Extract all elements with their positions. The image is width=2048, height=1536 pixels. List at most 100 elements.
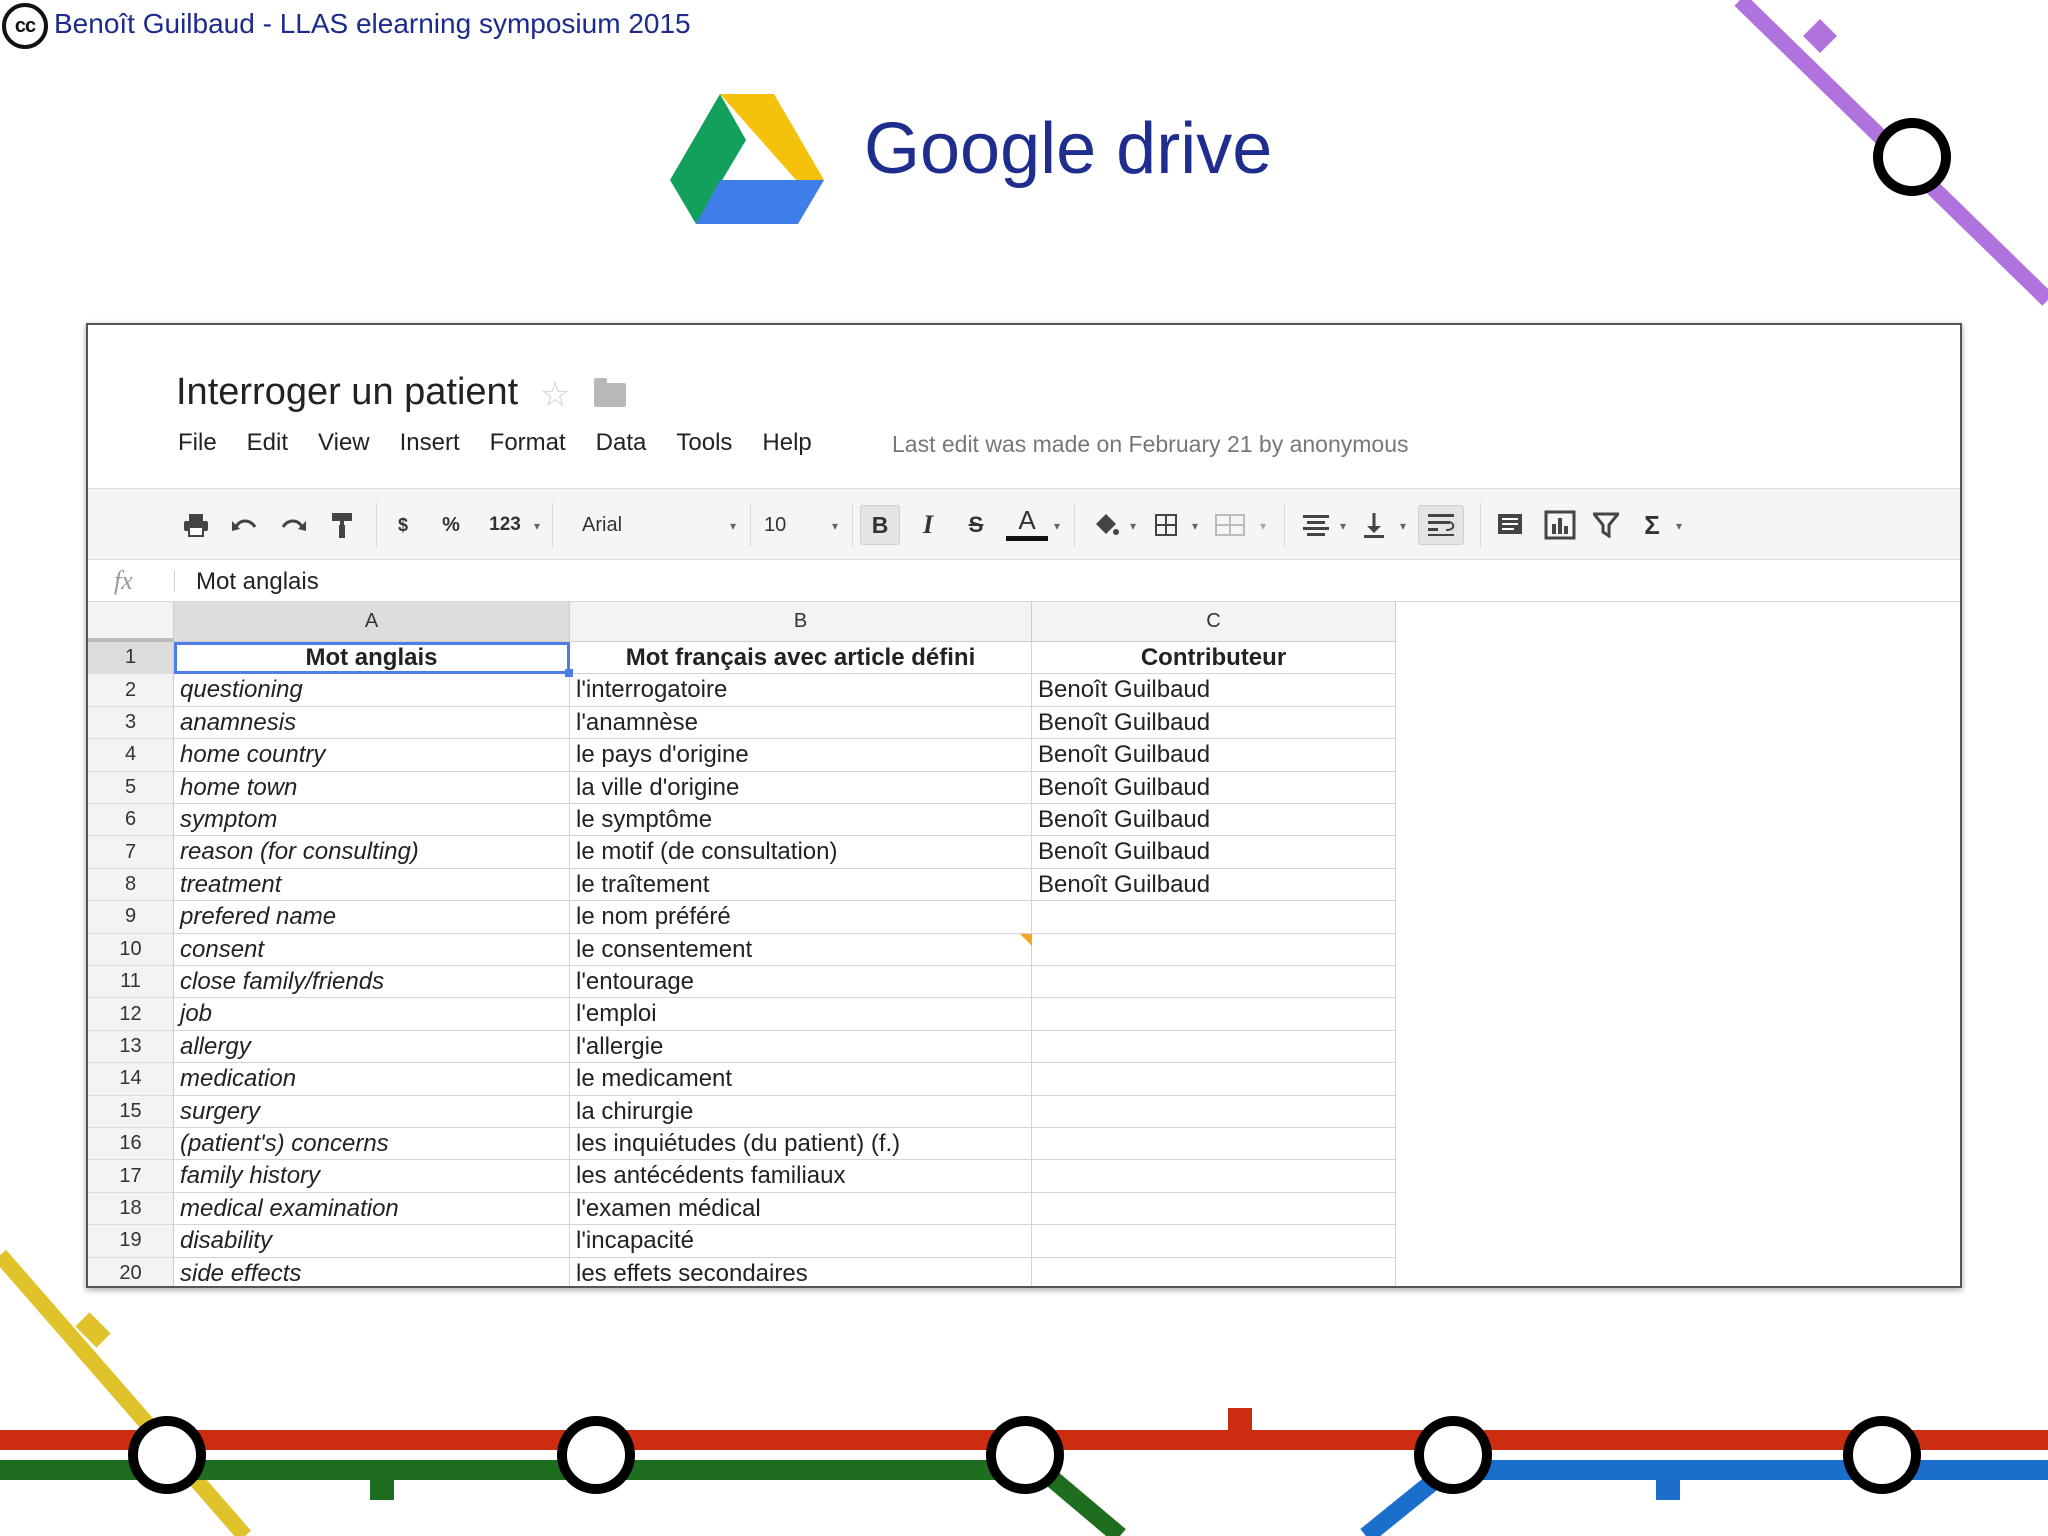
last-edit-link[interactable]: Last edit was made on February 21 by ano… (892, 431, 1409, 458)
cell-c[interactable] (1032, 1030, 1396, 1064)
chevron-down-icon[interactable]: ▾ (730, 519, 736, 533)
cell-b[interactable]: les inquiétudes (du patient) (f.) (570, 1128, 1032, 1161)
cell-a[interactable]: allergy (174, 1030, 570, 1064)
cell-a[interactable]: job (174, 998, 570, 1031)
fill-color-icon[interactable] (1088, 505, 1124, 545)
chevron-down-icon[interactable]: ▾ (1130, 519, 1136, 533)
cell-c[interactable]: Benoît Guilbaud (1032, 739, 1396, 772)
redo-icon[interactable] (276, 505, 312, 545)
row-header[interactable]: 8 (88, 868, 174, 902)
row-header[interactable]: 15 (88, 1095, 174, 1128)
cell-a[interactable]: consent (174, 933, 570, 966)
cell-a[interactable]: questioning (174, 674, 570, 707)
cell-c[interactable]: Benoît Guilbaud (1032, 868, 1396, 902)
row-header[interactable]: 19 (88, 1225, 174, 1258)
menu-format[interactable]: Format (490, 429, 566, 457)
cell-c[interactable] (1032, 1095, 1396, 1128)
cell-b[interactable]: l'interrogatoire (570, 674, 1032, 707)
cell-a[interactable]: home country (174, 739, 570, 772)
row-header[interactable]: 11 (88, 966, 174, 999)
percent-format-button[interactable]: % (436, 505, 466, 545)
folder-icon[interactable] (594, 378, 626, 407)
row-header[interactable]: 20 (88, 1257, 174, 1286)
menu-edit[interactable]: Edit (247, 429, 288, 457)
menu-tools[interactable]: Tools (676, 429, 732, 457)
cell-b[interactable]: l'anamnèse (570, 706, 1032, 740)
cell-b[interactable]: les antécédents familiaux (570, 1160, 1032, 1193)
chevron-down-icon[interactable]: ▾ (1340, 519, 1346, 533)
menu-data[interactable]: Data (596, 429, 647, 457)
strikethrough-button[interactable]: S (958, 505, 994, 545)
chevron-down-icon[interactable]: ▾ (1400, 519, 1406, 533)
column-header-b[interactable]: B (570, 602, 1032, 642)
row-header[interactable]: 2 (88, 674, 174, 707)
undo-icon[interactable] (226, 505, 262, 545)
cell-b[interactable]: l'allergie (570, 1030, 1032, 1064)
chevron-down-icon[interactable]: ▾ (832, 519, 838, 533)
cell-a[interactable]: medication (174, 1063, 570, 1096)
insert-chart-icon[interactable] (1540, 505, 1580, 545)
cell-c1[interactable]: Contributeur (1032, 642, 1396, 675)
cell-a[interactable]: surgery (174, 1095, 570, 1128)
cell-c[interactable]: Benoît Guilbaud (1032, 804, 1396, 837)
menu-view[interactable]: View (318, 429, 370, 457)
cell-b[interactable]: les effets secondaires (570, 1257, 1032, 1286)
cell-b[interactable]: la ville d'origine (570, 771, 1032, 804)
print-icon[interactable] (178, 505, 214, 545)
menu-insert[interactable]: Insert (400, 429, 460, 457)
merge-cells-icon[interactable] (1210, 505, 1250, 545)
comment-marker-icon[interactable] (1020, 933, 1032, 946)
row-header[interactable]: 12 (88, 998, 174, 1031)
cell-a[interactable]: side effects (174, 1257, 570, 1286)
font-family-select[interactable]: Arial (582, 505, 742, 545)
cell-a[interactable]: prefered name (174, 901, 570, 934)
row-header[interactable]: 9 (88, 901, 174, 934)
row-header[interactable]: 10 (88, 933, 174, 966)
borders-icon[interactable] (1148, 505, 1184, 545)
cell-c[interactable] (1032, 1192, 1396, 1226)
cell-b[interactable]: le motif (de consultation) (570, 836, 1032, 869)
chevron-down-icon[interactable]: ▾ (1192, 519, 1198, 533)
star-icon[interactable]: ☆ (540, 375, 570, 415)
cell-a[interactable]: family history (174, 1160, 570, 1193)
select-all-corner[interactable] (88, 602, 174, 642)
cell-b[interactable]: le traîtement (570, 868, 1032, 902)
row-header[interactable]: 16 (88, 1128, 174, 1161)
insert-comment-icon[interactable] (1492, 505, 1528, 545)
cell-b[interactable]: le pays d'origine (570, 739, 1032, 772)
cell-c[interactable] (1032, 966, 1396, 999)
chevron-down-icon[interactable]: ▾ (1054, 519, 1060, 533)
cell-b[interactable]: le consentement (570, 933, 1032, 966)
cell-a[interactable]: home town (174, 771, 570, 804)
cell-c[interactable]: Benoît Guilbaud (1032, 771, 1396, 804)
cell-c[interactable] (1032, 1128, 1396, 1161)
currency-format-button[interactable]: $ (388, 505, 418, 545)
cell-a[interactable]: (patient's) concerns (174, 1128, 570, 1161)
cell-c[interactable] (1032, 1063, 1396, 1096)
row-header[interactable]: 13 (88, 1030, 174, 1064)
paint-format-icon[interactable] (324, 505, 360, 545)
row-header[interactable]: 18 (88, 1192, 174, 1226)
italic-button[interactable]: I (910, 505, 946, 545)
filter-icon[interactable] (1588, 505, 1624, 545)
cell-b[interactable]: l'incapacité (570, 1225, 1032, 1258)
number-format-button[interactable]: 123 (482, 505, 528, 545)
cell-b[interactable]: le nom préféré (570, 901, 1032, 934)
cell-a1[interactable]: Mot anglais (174, 642, 570, 675)
cell-c[interactable] (1032, 1257, 1396, 1286)
cell-b1[interactable]: Mot français avec article défini (570, 642, 1032, 675)
cell-a[interactable]: disability (174, 1225, 570, 1258)
cell-c[interactable]: Benoît Guilbaud (1032, 836, 1396, 869)
column-header-a[interactable]: A (174, 602, 570, 642)
document-title[interactable]: Interroger un patient (176, 371, 518, 414)
cell-a[interactable]: symptom (174, 804, 570, 837)
row-header[interactable]: 6 (88, 804, 174, 837)
menu-file[interactable]: File (178, 429, 217, 457)
chevron-down-icon[interactable]: ▾ (534, 519, 540, 533)
cell-b[interactable]: la chirurgie (570, 1095, 1032, 1128)
cell-a[interactable]: anamnesis (174, 706, 570, 740)
font-size-select[interactable]: 10 (764, 505, 824, 545)
cell-c[interactable]: Benoît Guilbaud (1032, 674, 1396, 707)
cell-c[interactable]: Benoît Guilbaud (1032, 706, 1396, 740)
cell-a[interactable]: medical examination (174, 1192, 570, 1226)
